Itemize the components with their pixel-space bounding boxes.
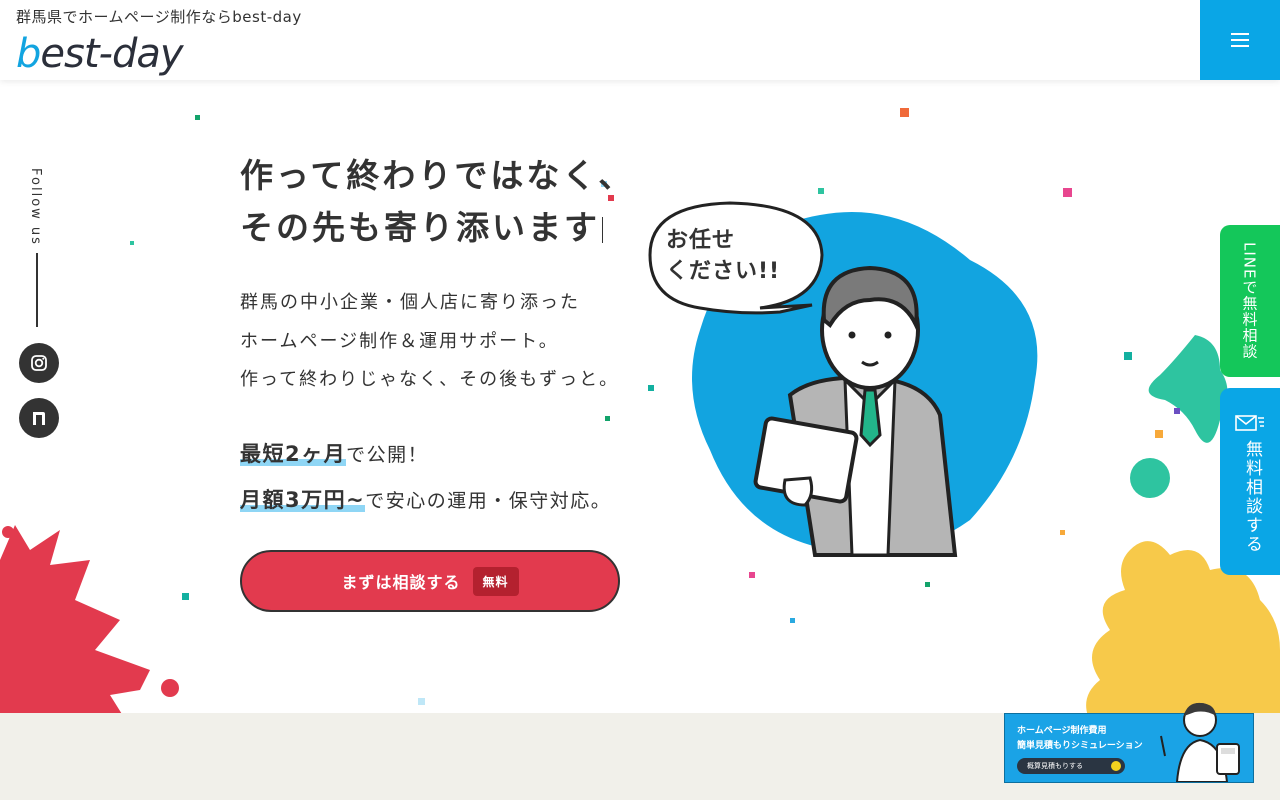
- speech-bubble-text: お任せ ください!!: [666, 225, 780, 287]
- confetti: [790, 618, 795, 623]
- note-button[interactable]: [19, 398, 59, 438]
- confetti: [925, 582, 930, 587]
- hero-headline: 作って終わりではなく、 その先も寄り添います: [240, 150, 634, 254]
- note-icon: [33, 412, 45, 425]
- sim-banner-line-2: 簡単見積もりシミュレーション: [1017, 741, 1143, 751]
- logo-text: est-day: [40, 31, 183, 77]
- point-release-strong: 最短2ヶ月: [240, 442, 347, 466]
- confetti: [1060, 530, 1065, 535]
- estimate-simulation-banner[interactable]: ホームページ制作費用 簡単見積もりシミュレーション 概算見積もりする: [1004, 702, 1254, 783]
- confetti: [1063, 188, 1072, 197]
- logo-letter-b: b: [16, 31, 41, 77]
- calculator-icon: [1160, 702, 1240, 782]
- cta-free-badge: 無料: [472, 566, 519, 596]
- sim-banner-button-label: 概算見積もりする: [1027, 762, 1083, 770]
- teal-splash-decoration: [1130, 335, 1228, 498]
- sim-banner-button[interactable]: 概算見積もりする: [1017, 758, 1125, 774]
- site-tagline: 群馬県でホームページ制作ならbest-day: [16, 8, 302, 26]
- confetti: [1155, 430, 1163, 438]
- mail-consult-label: 無料相談する: [1242, 440, 1262, 554]
- site-header: 群馬県でホームページ制作ならbest-day best-day: [0, 0, 1280, 80]
- point-release: 最短2ヶ月で公開！: [240, 438, 428, 468]
- text-caret: [602, 216, 603, 243]
- arrow-icon: [1111, 761, 1121, 771]
- confetti: [1174, 408, 1180, 414]
- confetti: [818, 188, 824, 194]
- consult-cta-button[interactable]: まずは相談する 無料: [240, 550, 620, 612]
- line-consult-tab[interactable]: LINEで無料相談: [1220, 225, 1280, 377]
- menu-button[interactable]: [1200, 0, 1280, 80]
- point-monthly: 月額3万円~で安心の運用・保守対応。: [240, 484, 611, 514]
- speech-line-1: お任せ: [666, 228, 736, 253]
- confetti: [195, 115, 200, 120]
- follow-us-label: Follow us: [28, 168, 43, 246]
- headline-line-2-text: その先も寄り添います: [240, 208, 600, 247]
- confetti: [130, 241, 134, 245]
- mail-icon: [1235, 415, 1264, 431]
- mail-consult-tab[interactable]: 無料相談する: [1220, 388, 1280, 575]
- confetti: [182, 593, 189, 600]
- line-consult-label: LINEで無料相談: [1240, 242, 1259, 360]
- sim-banner-line-1: ホームページ制作費用: [1017, 726, 1107, 736]
- follow-divider: [36, 253, 38, 327]
- instagram-icon: [31, 355, 47, 371]
- speech-line-2: ください!!: [666, 259, 781, 284]
- lead-line-3: 作って終わりじゃなく、その後もずっと。: [240, 369, 620, 390]
- confetti: [1124, 352, 1132, 360]
- headline-line-2: その先も寄り添います: [240, 202, 634, 254]
- confetti: [605, 416, 610, 421]
- headline-line-1: 作って終わりではなく、: [240, 156, 635, 195]
- point-release-rest: で公開！: [346, 444, 429, 466]
- hero-lead: 群馬の中小企業・個人店に寄り添った ホームページ制作＆運用サポート。 作って終わ…: [240, 284, 619, 400]
- lead-line-1: 群馬の中小企業・個人店に寄り添った: [240, 292, 580, 313]
- site-logo[interactable]: best-day: [16, 30, 184, 78]
- instagram-button[interactable]: [19, 343, 59, 383]
- lead-line-2: ホームページ制作＆運用サポート。: [240, 330, 559, 352]
- point-monthly-rest: で安心の運用・保守対応。: [365, 490, 612, 512]
- confetti: [749, 572, 755, 578]
- confetti: [418, 698, 425, 705]
- point-monthly-strong: 月額3万円~: [240, 488, 366, 512]
- confetti: [900, 108, 909, 117]
- cta-label: まずは相談する: [341, 573, 461, 592]
